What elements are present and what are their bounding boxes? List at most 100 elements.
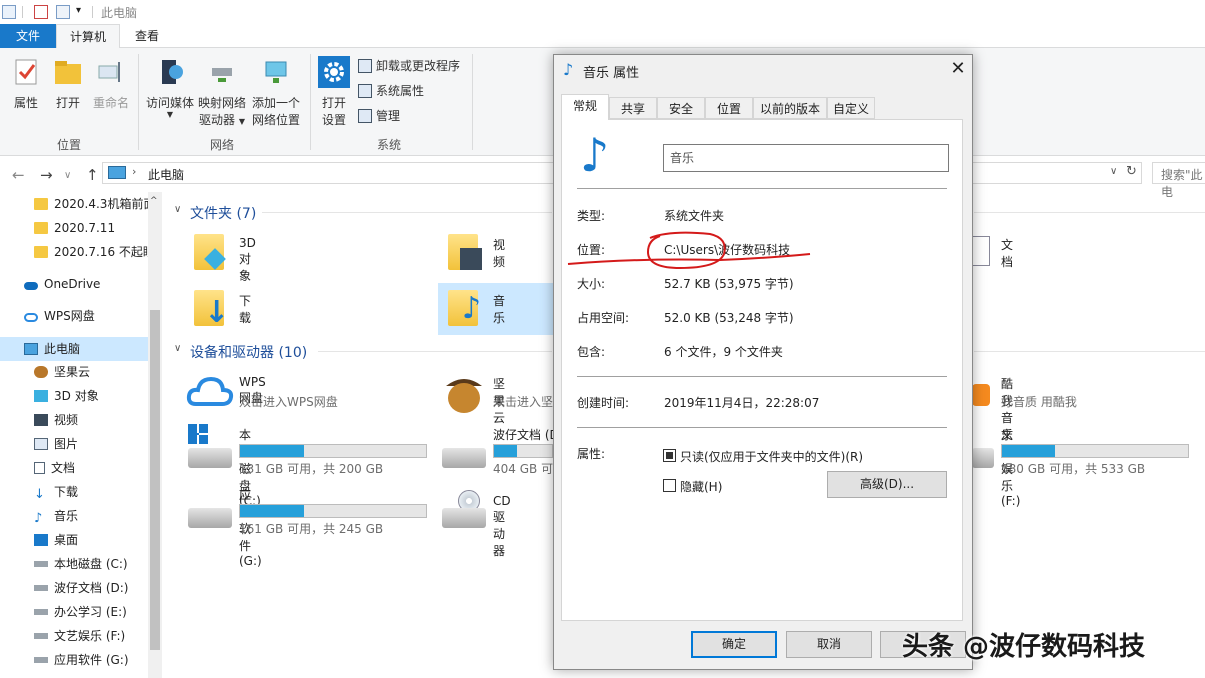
drive-icon [34,585,48,591]
folder-name: 文档 [1001,238,1014,269]
sidebar-item-label: 本地磁盘 (C:) [54,557,128,571]
sidebar-item-pictures[interactable]: 图片 [0,432,148,456]
type-label: 类型: [577,209,606,223]
sidebar-item-documents[interactable]: 文档 [0,456,148,480]
new-folder-quick-icon[interactable] [56,5,70,19]
dialog-tab-previous-versions[interactable]: 以前的版本 [753,97,827,119]
forward-arrow-icon[interactable]: → [40,166,53,184]
wps-cloud-icon [24,313,38,322]
add-network-location-button[interactable]: 添加一个 网络位置 [250,56,302,129]
sidebar-item-folder-2020-4-3[interactable]: 2020.4.3机箱前面 [0,192,148,216]
properties-button[interactable]: 属性 [8,56,44,112]
folders-section-header[interactable]: 文件夹 (7) [190,203,256,223]
recent-locations-icon[interactable]: ∨ [64,170,71,181]
open-button[interactable]: 打开 [50,56,86,112]
sidebar-item-desktop[interactable]: 桌面 [0,528,148,552]
breadcrumb-separator-icon[interactable]: › [132,165,136,178]
chevron-down-icon: ▼ [238,117,245,126]
sidebar-item-3d-objects[interactable]: 3D 对象 [0,384,148,408]
cube-icon [34,390,48,402]
sidebar-item-folder-2020-7-16[interactable]: 2020.7.16 不起眼 [0,240,148,264]
rename-button[interactable]: 重命名 [90,56,132,112]
computer-icon[interactable] [2,5,16,19]
sidebar-item-label: 2020.7.11 [54,221,116,235]
sidebar-item-this-pc[interactable]: 此电脑 [0,337,148,361]
system-properties-button[interactable]: 系统属性 [358,81,424,103]
group-label-network: 网络 [210,138,235,152]
sidebar-item-music[interactable]: ♪ 音乐 [0,504,148,528]
folder-icon [34,222,48,234]
attributes-label: 属性: [577,447,606,461]
picture-icon [34,438,48,450]
quick-access-dropdown-icon[interactable]: ▾ [76,5,81,16]
hidden-checkbox[interactable] [663,479,676,492]
sidebar-item-wps-drive[interactable]: WPS网盘 [0,304,148,328]
drive-icon [188,448,232,468]
document-icon [972,236,990,266]
dialog-tab-sharing[interactable]: 共享 [609,97,657,119]
sidebar-item-drive-g[interactable]: 应用软件 (G:) [0,648,148,672]
sidebar-item-label: 桌面 [54,533,79,547]
drive-icon [442,448,486,468]
sidebar-item-drive-e[interactable]: 办公学习 (E:) [0,600,148,624]
up-arrow-icon[interactable]: ↑ [86,166,99,184]
section-divider [974,351,1205,352]
cancel-button[interactable]: 取消 [786,631,872,658]
sidebar-item-onedrive[interactable]: OneDrive [0,272,148,296]
add-location-label-2: 网络位置 [251,113,300,127]
tab-view[interactable]: 查看 [124,24,170,48]
dialog-tab-customize[interactable]: 自定义 [827,97,875,119]
sidebar-item-downloads[interactable]: ↓ 下载 [0,480,148,504]
devices-section-header[interactable]: 设备和驱动器 (10) [190,342,307,362]
desktop-icon [34,534,48,546]
uninstall-icon [358,59,372,73]
advanced-button[interactable]: 高级(D)... [827,471,947,498]
indeterminate-mark [666,452,673,459]
drive-icon [442,508,486,528]
divider [92,6,93,18]
readonly-checkbox[interactable] [663,449,676,462]
sidebar-scrollbar-thumb[interactable] [150,310,160,650]
collapse-chevron-icon[interactable]: ∨ [174,204,181,215]
dialog-tab-location[interactable]: 位置 [705,97,753,119]
drive-usage-bar [1001,444,1189,458]
manage-button[interactable]: 管理 [358,106,400,128]
sidebar-item-folder-2020-7-11[interactable]: 2020.7.11 [0,216,148,240]
hidden-label[interactable]: 隐藏(H) [680,478,722,495]
map-drive-label-1: 映射网络 [197,96,246,110]
refresh-icon[interactable]: ↻ [1126,164,1137,179]
map-drive-button[interactable]: 映射网络 驱动器 ▼ [196,56,248,130]
drive-usage-bar [493,444,553,458]
close-icon[interactable]: ✕ [948,58,968,80]
sidebar-item-drive-f[interactable]: 文艺娱乐 (F:) [0,624,148,648]
sidebar-item-jianguoyun[interactable]: 坚果云 [0,360,148,384]
dialog-tab-general[interactable]: 常规 [561,94,609,120]
ok-button[interactable]: 确定 [691,631,777,658]
sidebar-item-drive-d[interactable]: 波仔文档 (D:) [0,576,148,600]
film-icon [34,414,48,426]
dialog-tab-security[interactable]: 安全 [657,97,705,119]
access-media-button[interactable]: 访问媒体 ▼ [144,56,196,119]
sidebar-item-label: 视频 [54,413,79,427]
search-input[interactable]: 搜索"此电 [1152,162,1205,199]
download-arrow-icon: ↓ [204,295,230,330]
open-settings-button[interactable]: 打开 设置 [316,56,352,129]
tab-file[interactable]: 文件 [0,24,56,48]
sidebar-item-label: 下载 [54,485,79,499]
uninstall-program-button[interactable]: 卸载或更改程序 [358,56,460,78]
sidebar-item-label: 此电脑 [44,342,81,356]
back-arrow-icon[interactable]: ← [12,166,25,184]
uninstall-label: 卸载或更改程序 [376,59,461,73]
address-dropdown-icon[interactable]: ∨ [1110,166,1117,177]
collapse-chevron-icon[interactable]: ∨ [174,343,181,354]
drive-icon [34,633,48,639]
folder-name-input[interactable]: 音乐 [663,144,949,172]
tab-computer[interactable]: 计算机 [56,24,120,49]
sidebar-item-drive-c[interactable]: 本地磁盘 (C:) [0,552,148,576]
sidebar-item-videos[interactable]: 视频 [0,408,148,432]
scroll-up-icon[interactable]: ^ [150,196,158,206]
breadcrumb-current[interactable]: 此电脑 [148,166,184,183]
properties-quick-icon[interactable] [34,5,48,19]
readonly-label[interactable]: 只读(仅应用于文件夹中的文件)(R) [680,448,863,465]
folder-name: 音乐 [493,294,506,325]
